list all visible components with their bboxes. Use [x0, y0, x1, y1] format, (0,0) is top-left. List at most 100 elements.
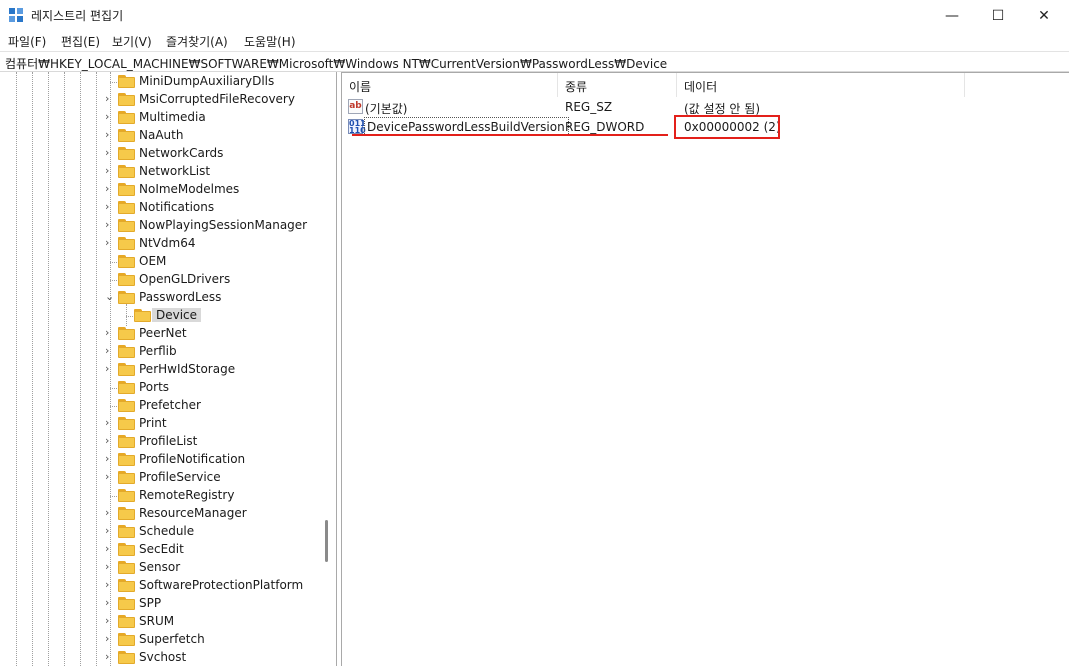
- tree-guide-line: [48, 72, 49, 666]
- folder-icon: [118, 381, 135, 394]
- tree-item[interactable]: › SRUM: [105, 613, 330, 631]
- address-bar[interactable]: 컴퓨터₩HKEY_LOCAL_MACHINE₩SOFTWARE₩Microsof…: [0, 51, 1069, 72]
- tree-item[interactable]: › ProfileNotification: [105, 451, 330, 469]
- chevron-right-icon[interactable]: ›: [105, 92, 115, 105]
- key-tree-pane[interactable]: MiniDumpAuxiliaryDlls › MsiCorruptedFileRe…: [0, 72, 337, 666]
- folder-icon: [118, 363, 135, 376]
- tree-item[interactable]: › Perflib: [105, 343, 330, 361]
- tree-item-label: PerHwIdStorage: [139, 362, 236, 376]
- tree-item[interactable]: › NoImeModelmes: [105, 181, 330, 199]
- tree-item[interactable]: › NowPlayingSessionManager: [105, 217, 330, 235]
- chevron-right-icon[interactable]: ›: [105, 362, 115, 375]
- menu-edit[interactable]: 편집(E): [61, 33, 100, 50]
- chevron-right-icon[interactable]: ›: [105, 218, 115, 231]
- highlight-box-annotation: [674, 115, 780, 139]
- chevron-right-icon[interactable]: ›: [105, 110, 115, 123]
- tree-item[interactable]: › NetworkList: [105, 163, 330, 181]
- folder-icon: [118, 579, 135, 592]
- tree-item[interactable]: › SecEdit: [105, 541, 330, 559]
- close-button[interactable]: ✕: [1021, 0, 1067, 31]
- chevron-right-icon[interactable]: ›: [105, 182, 115, 195]
- chevron-right-icon[interactable]: ›: [105, 200, 115, 213]
- chevron-right-icon[interactable]: ›: [105, 506, 115, 519]
- folder-icon: [118, 291, 135, 304]
- tree-item[interactable]: OpenGLDrivers: [110, 271, 330, 289]
- tree-item[interactable]: RemoteRegistry: [110, 487, 330, 505]
- chevron-right-icon[interactable]: ›: [105, 560, 115, 573]
- menu-help[interactable]: 도움말(H): [244, 33, 296, 50]
- chevron-right-icon[interactable]: ›: [105, 632, 115, 645]
- tree-item[interactable]: MiniDumpAuxiliaryDlls: [110, 73, 330, 91]
- tree-item[interactable]: OEM: [110, 253, 330, 271]
- chevron-right-icon[interactable]: ›: [105, 326, 115, 339]
- tree-item[interactable]: › SoftwareProtectionPlatform: [105, 577, 330, 595]
- tree-item[interactable]: › Multimedia: [105, 109, 330, 127]
- maximize-button[interactable]: ☐: [975, 0, 1021, 31]
- chevron-right-icon[interactable]: ›: [105, 452, 115, 465]
- folder-icon: [118, 201, 135, 214]
- chevron-down-icon[interactable]: ⌄: [105, 290, 115, 303]
- tree-item[interactable]: ⌄ PasswordLess: [105, 289, 330, 307]
- chevron-right-icon[interactable]: ›: [105, 236, 115, 249]
- tree-item-label: PasswordLess: [139, 290, 222, 304]
- values-list-pane[interactable]: 이름 종류 데이터 ab (기본값) REG_SZ (값 설정 안 됨) 011…: [341, 72, 1069, 666]
- tree-item-label: Notifications: [139, 200, 215, 214]
- chevron-right-icon[interactable]: ›: [105, 614, 115, 627]
- tree-item-label: NowPlayingSessionManager: [139, 218, 308, 232]
- tree-item[interactable]: Ports: [110, 379, 330, 397]
- folder-icon: [118, 615, 135, 628]
- tree-item-label: Perflib: [139, 344, 177, 358]
- tree-item-label: SRUM: [139, 614, 175, 628]
- tree-item[interactable]: › Schedule: [105, 523, 330, 541]
- tree-item[interactable]: › NtVdm64: [105, 235, 330, 253]
- column-header-data[interactable]: 데이터: [677, 73, 965, 97]
- tree-scrollbar-thumb[interactable]: [325, 520, 328, 562]
- chevron-right-icon[interactable]: ›: [105, 128, 115, 141]
- address-path[interactable]: 컴퓨터₩HKEY_LOCAL_MACHINE₩SOFTWARE₩Microsof…: [5, 55, 667, 72]
- tree-item[interactable]: › Superfetch: [105, 631, 330, 649]
- minimize-button[interactable]: —: [929, 0, 975, 31]
- tree-item[interactable]: › PeerNet: [105, 325, 330, 343]
- tree-item[interactable]: › NetworkCards: [105, 145, 330, 163]
- menu-view[interactable]: 보기(V): [112, 33, 152, 50]
- tree-item[interactable]: › SPP: [105, 595, 330, 613]
- tree-item[interactable]: Device: [126, 307, 330, 325]
- chevron-right-icon[interactable]: ›: [105, 470, 115, 483]
- chevron-right-icon[interactable]: ›: [105, 164, 115, 177]
- chevron-right-icon[interactable]: ›: [105, 344, 115, 357]
- chevron-right-icon[interactable]: ›: [105, 434, 115, 447]
- tree-item[interactable]: › Sensor: [105, 559, 330, 577]
- menu-bar: 파일(F) 편집(E) 보기(V) 즐겨찾기(A) 도움말(H): [0, 31, 1069, 51]
- tree-item-label: Schedule: [139, 524, 195, 538]
- window-title: 레지스트리 편집기: [31, 9, 124, 23]
- chevron-right-icon[interactable]: ›: [105, 596, 115, 609]
- chevron-right-icon[interactable]: ›: [105, 524, 115, 537]
- tree-item-label: ProfileNotification: [139, 452, 246, 466]
- chevron-right-icon[interactable]: ›: [105, 542, 115, 555]
- chevron-right-icon[interactable]: ›: [105, 650, 115, 663]
- tree-item[interactable]: › ProfileList: [105, 433, 330, 451]
- tree-item-label: MiniDumpAuxiliaryDlls: [139, 74, 275, 88]
- tree-item-label: MsiCorruptedFileRecovery: [139, 92, 295, 106]
- tree-item-label: OpenGLDrivers: [139, 272, 231, 286]
- tree-item[interactable]: › Svchost: [105, 649, 330, 666]
- tree-item[interactable]: › ProfileService: [105, 469, 330, 487]
- tree-item[interactable]: › PerHwIdStorage: [105, 361, 330, 379]
- column-header-name[interactable]: 이름: [342, 73, 558, 97]
- tree-item-label: RemoteRegistry: [139, 488, 235, 502]
- tree-item[interactable]: › ResourceManager: [105, 505, 330, 523]
- chevron-right-icon[interactable]: ›: [105, 416, 115, 429]
- tree-item[interactable]: › Print: [105, 415, 330, 433]
- tree-item[interactable]: Prefetcher: [110, 397, 330, 415]
- menu-favorites[interactable]: 즐겨찾기(A): [166, 33, 228, 50]
- chevron-right-icon[interactable]: ›: [105, 578, 115, 591]
- menu-file[interactable]: 파일(F): [8, 33, 46, 50]
- folder-icon: [118, 651, 135, 664]
- tree-item-label: OEM: [139, 254, 167, 268]
- tree-item[interactable]: › Notifications: [105, 199, 330, 217]
- column-header-type[interactable]: 종류: [558, 73, 677, 97]
- folder-icon: [118, 237, 135, 250]
- tree-item[interactable]: › NaAuth: [105, 127, 330, 145]
- tree-item[interactable]: › MsiCorruptedFileRecovery: [105, 91, 330, 109]
- chevron-right-icon[interactable]: ›: [105, 146, 115, 159]
